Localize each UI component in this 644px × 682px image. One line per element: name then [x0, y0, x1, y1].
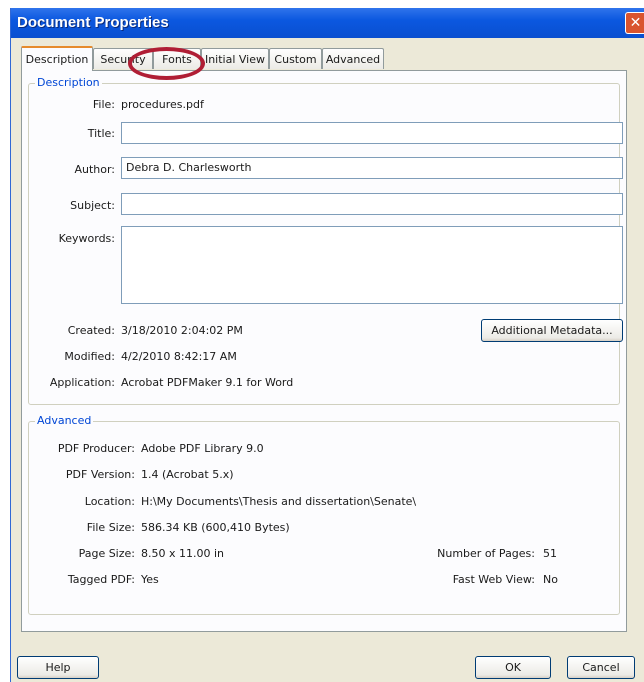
author-field[interactable]: Debra D. Charlesworth: [121, 157, 623, 179]
dialog-title: Document Properties: [17, 14, 169, 31]
title-label: Title:: [87, 127, 115, 140]
file-label: File:: [92, 98, 115, 111]
tab-initial-view[interactable]: Initial View: [201, 48, 269, 69]
keywords-field[interactable]: [121, 226, 623, 304]
additional-metadata-button[interactable]: Additional Metadata...: [481, 319, 623, 342]
description-group-title: Description: [35, 76, 102, 89]
pdf-producer-label: PDF Producer:: [57, 442, 135, 455]
fast-web-view-value: No: [543, 573, 558, 586]
fast-web-view-label: Fast Web View:: [452, 573, 535, 586]
number-of-pages-value: 51: [543, 547, 557, 560]
tab-description[interactable]: Description: [21, 46, 93, 71]
pdf-producer-value: Adobe PDF Library 9.0: [141, 442, 264, 455]
help-button[interactable]: Help: [17, 656, 99, 679]
created-value: 3/18/2010 2:04:02 PM: [121, 324, 243, 337]
tab-custom[interactable]: Custom: [269, 48, 322, 69]
tab-advanced[interactable]: Advanced: [322, 48, 384, 69]
close-icon[interactable]: ✕: [625, 12, 644, 34]
title-field[interactable]: [121, 122, 623, 144]
file-size-label: File Size:: [86, 521, 135, 534]
title-bar: Document Properties ✕: [11, 8, 644, 38]
cancel-button[interactable]: Cancel: [567, 656, 635, 679]
advanced-group-title: Advanced: [35, 414, 94, 427]
pdf-version-label: PDF Version:: [65, 468, 135, 481]
subject-label: Subject:: [70, 199, 115, 212]
tagged-pdf-label: Tagged PDF:: [67, 573, 135, 586]
number-of-pages-label: Number of Pages:: [437, 547, 535, 560]
ok-button[interactable]: OK: [475, 656, 551, 679]
modified-value: 4/2/2010 8:42:17 AM: [121, 350, 237, 363]
created-label: Created:: [67, 324, 115, 337]
description-group: Description File: procedures.pdf Title: …: [28, 76, 623, 405]
advanced-group: Advanced PDF Producer: Adobe PDF Library…: [28, 414, 620, 615]
subject-field[interactable]: [121, 193, 623, 215]
keywords-label: Keywords:: [58, 232, 115, 245]
file-value: procedures.pdf: [121, 98, 204, 111]
document-properties-dialog: Document Properties ✕ Description Securi…: [10, 8, 644, 682]
author-label: Author:: [74, 163, 115, 176]
tab-security[interactable]: Security: [93, 48, 153, 69]
modified-label: Modified:: [64, 350, 115, 363]
application-label: Application:: [49, 376, 115, 389]
page-size-value: 8.50 x 11.00 in: [141, 547, 225, 560]
file-size-value: 586.34 KB (600,410 Bytes): [141, 521, 290, 534]
location-label: Location:: [84, 495, 135, 508]
application-value: Acrobat PDFMaker 9.1 for Word: [121, 376, 294, 389]
tab-fonts[interactable]: Fonts: [153, 48, 201, 69]
description-tab-panel: Description File: procedures.pdf Title: …: [21, 70, 627, 632]
pdf-version-value: 1.4 (Acrobat 5.x): [141, 468, 234, 481]
tagged-pdf-value: Yes: [141, 573, 159, 586]
page-size-label: Page Size:: [78, 547, 135, 560]
location-value: H:\My Documents\Thesis and dissertation\…: [141, 495, 417, 508]
